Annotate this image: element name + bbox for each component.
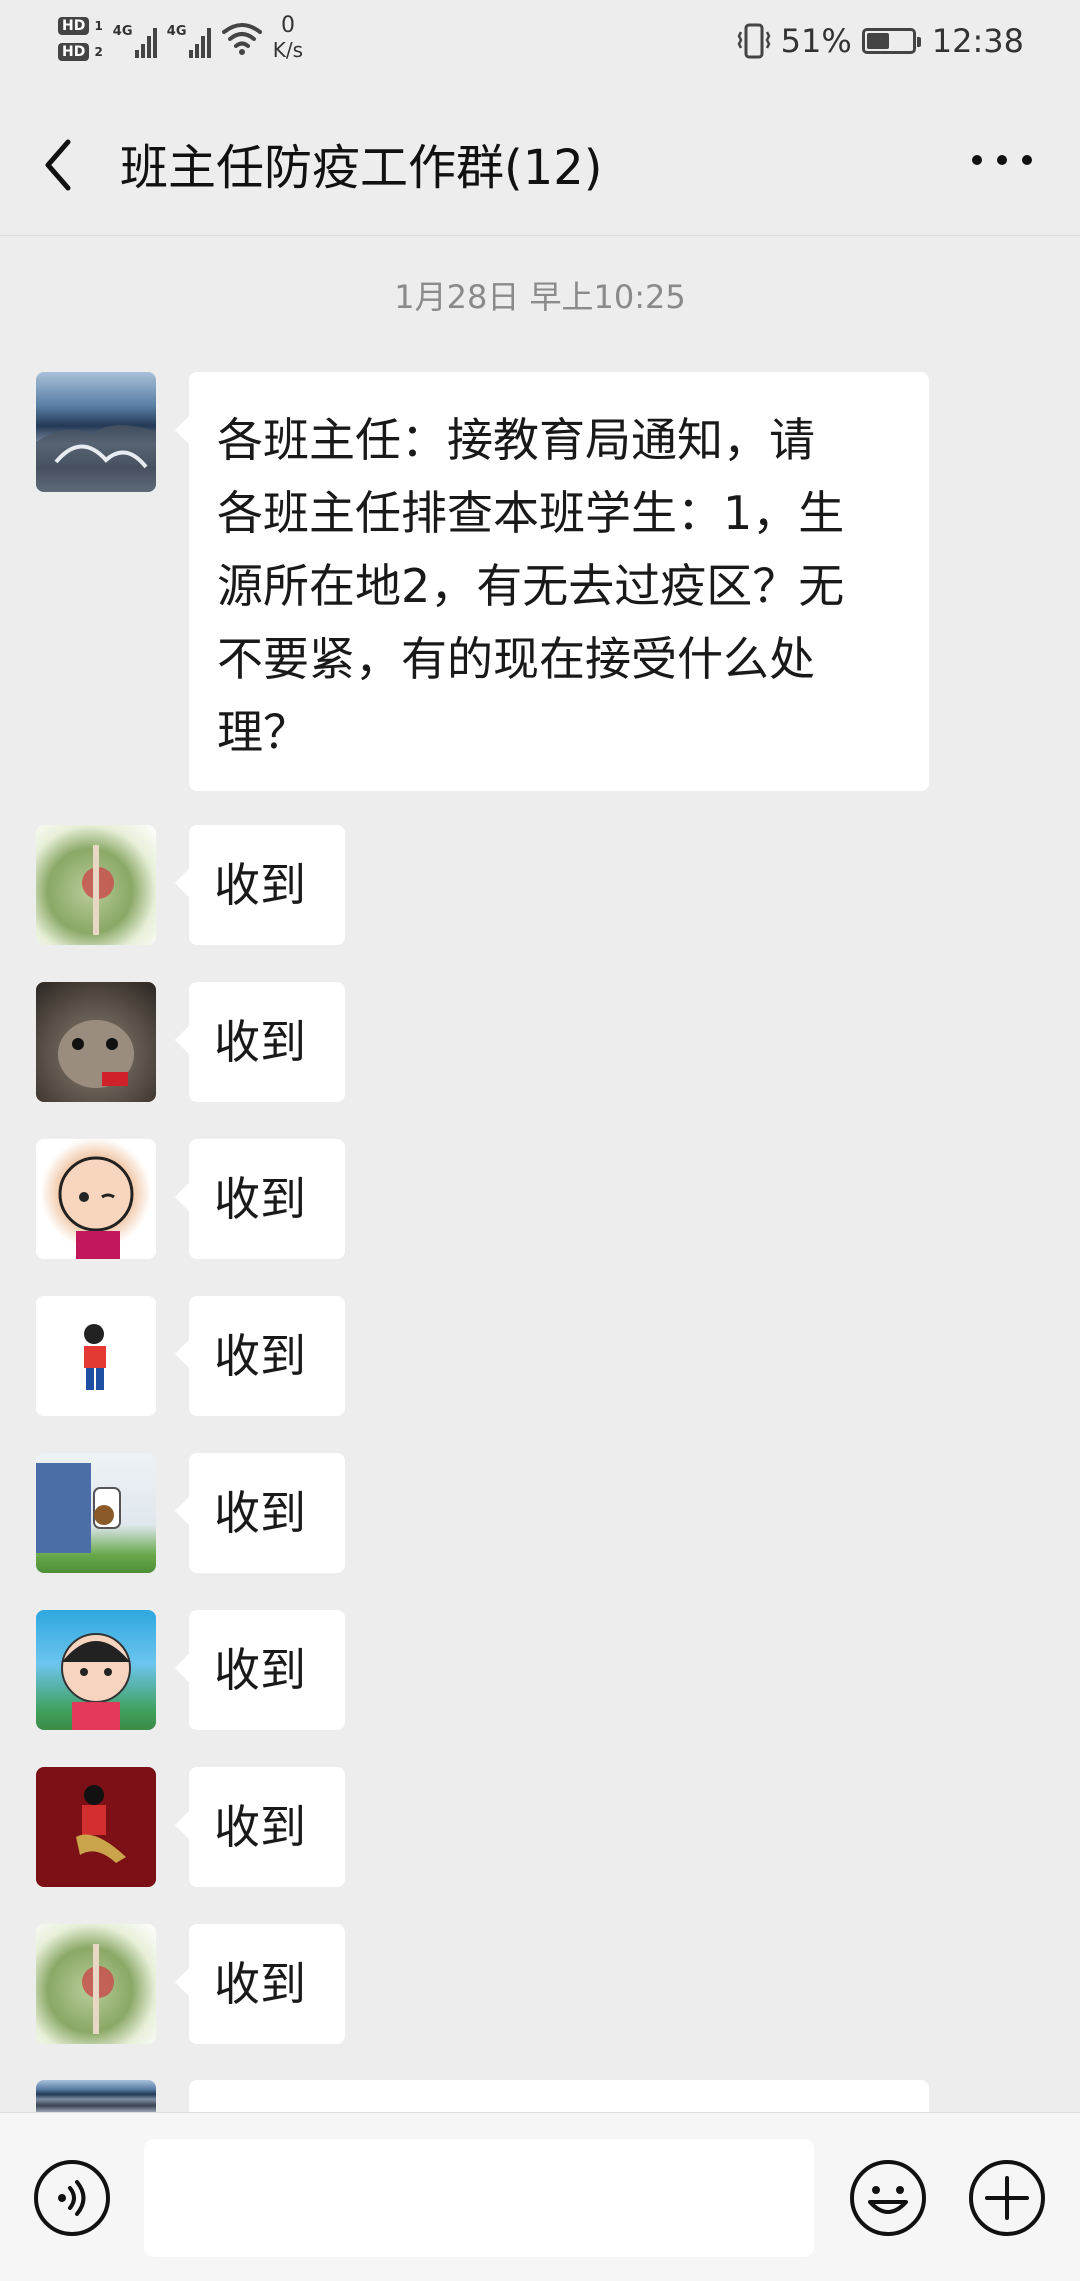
sim2-label: HD	[58, 43, 90, 61]
voice-icon[interactable]	[32, 2158, 112, 2238]
sim-indicators: HD 1 HD 2	[58, 15, 103, 61]
sim1-index: 1	[94, 19, 103, 33]
message-bubble[interactable]: 收到	[189, 1139, 345, 1259]
more-dot-icon	[972, 155, 982, 165]
baby-avatar[interactable]	[36, 1139, 156, 1259]
signal-icon-2: 4G	[167, 18, 211, 58]
message-text: 收到	[214, 1799, 306, 1854]
battery-fill	[866, 33, 889, 49]
more-options-button[interactable]	[972, 145, 1032, 175]
message-bubble[interactable]: 收到	[189, 1453, 345, 1573]
status-left: HD 1 HD 2 4G 4G 0 K/s	[58, 14, 303, 62]
message-bubble[interactable]: 收到	[189, 1296, 345, 1416]
more-dot-icon	[1022, 155, 1032, 165]
signal-icon-1: 4G	[113, 18, 157, 58]
status-right: 51% 12:38	[737, 22, 1024, 60]
message-bubble[interactable]: 收到	[189, 1924, 345, 2044]
message-bubble[interactable]	[189, 2080, 929, 2112]
sim1-label: HD	[58, 17, 90, 35]
message-line: 源所在地2，有无去过疫区？无	[217, 559, 845, 613]
message-text: 收到	[214, 1014, 306, 1069]
chat-input-bar	[0, 2112, 1080, 2281]
chat-title: 班主任防疫工作群(12)	[120, 140, 603, 196]
wifi-icon	[221, 23, 262, 55]
message-timestamp: 1月28日 早上10:25	[394, 278, 686, 316]
message-line: 各班主任：接教育局通知，请	[217, 413, 815, 467]
lake-avatar[interactable]	[36, 2080, 156, 2112]
clock: 12:38	[931, 22, 1024, 60]
message-bubble[interactable]: 收到	[189, 982, 345, 1102]
message-text: 收到	[214, 1171, 306, 1226]
cow-avatar[interactable]	[36, 982, 156, 1102]
message-text: 收到	[214, 1328, 306, 1383]
plus-circle-icon[interactable]	[967, 2158, 1047, 2238]
message-text: 各班主任：接教育局通知，请 各班主任排查本班学生：1，生 源所在地2，有无去过疫…	[217, 404, 903, 769]
message-line: 不要紧，有的现在接受什么处	[217, 632, 815, 686]
man-blue-avatar[interactable]	[36, 1453, 156, 1573]
girl-red-avatar[interactable]	[36, 1296, 156, 1416]
back-button[interactable]	[36, 130, 86, 200]
emoji-icon[interactable]	[848, 2158, 928, 2238]
message-bubble[interactable]: 收到	[189, 1610, 345, 1730]
sim2-indicator: HD 2	[58, 41, 103, 61]
message-text: 收到	[214, 1956, 306, 2011]
message-bubble[interactable]: 各班主任：接教育局通知，请 各班主任排查本班学生：1，生 源所在地2，有无去过疫…	[189, 372, 929, 791]
network-type-1: 4G	[112, 24, 133, 39]
message-line: 各班主任排查本班学生：1，生	[217, 486, 845, 540]
leaf-avatar[interactable]	[36, 1924, 156, 2044]
message-text: 收到	[214, 1642, 306, 1697]
message-bubble[interactable]: 收到	[189, 825, 345, 945]
speed-unit: K/s	[272, 38, 304, 62]
sim1-indicator: HD 1	[58, 15, 103, 35]
speed-value: 0	[280, 13, 295, 38]
message-bubble[interactable]: 收到	[189, 1767, 345, 1887]
battery-icon	[861, 28, 921, 54]
network-speed: 0 K/s	[272, 13, 304, 63]
status-bar: HD 1 HD 2 4G 4G 0 K/s 51% 12:38	[0, 0, 1080, 90]
network-type-2: 4G	[166, 24, 187, 39]
message-text: 收到	[214, 857, 306, 912]
leaf-avatar[interactable]	[36, 825, 156, 945]
message-text: 收到	[214, 1485, 306, 1540]
message-input[interactable]	[144, 2139, 814, 2257]
sim2-index: 2	[94, 45, 103, 59]
vibrate-icon	[737, 23, 771, 59]
battery-percent: 51%	[780, 22, 852, 60]
dancer-avatar[interactable]	[36, 1767, 156, 1887]
chat-header: 班主任防疫工作群(12)	[0, 90, 1080, 236]
face-avatar[interactable]	[36, 1610, 156, 1730]
message-line: 理？	[217, 705, 309, 759]
more-dot-icon	[997, 155, 1007, 165]
lake-avatar[interactable]	[36, 372, 156, 492]
